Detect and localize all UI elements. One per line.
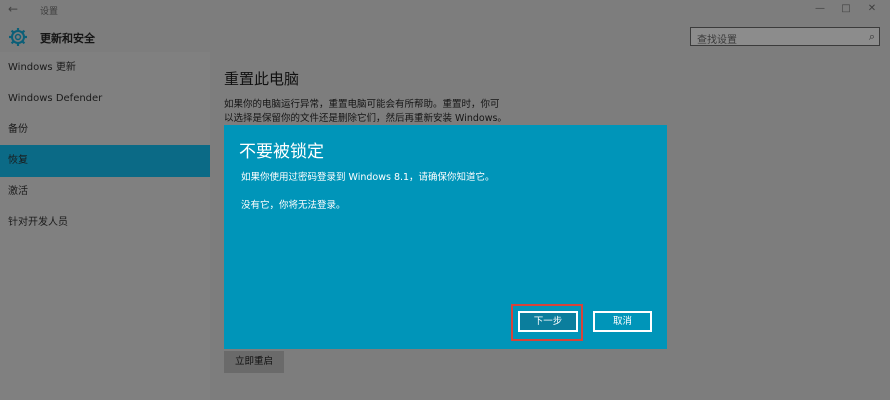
- dialog-title: 不要被锁定: [239, 142, 324, 162]
- cancel-button[interactable]: 取消: [593, 311, 652, 332]
- title-bar: ← 设置 — □ ✕: [0, 0, 890, 20]
- search-placeholder: 查找设置: [697, 35, 737, 46]
- restart-now-button[interactable]: 立即重启: [224, 351, 284, 373]
- dialog-warning: 没有它，你将无法登录。: [241, 200, 346, 211]
- close-icon[interactable]: ✕: [864, 3, 880, 14]
- search-icon[interactable]: ⌕: [869, 30, 875, 44]
- minimize-icon[interactable]: —: [812, 3, 828, 14]
- sidebar-item-recovery[interactable]: 恢复: [0, 145, 210, 177]
- window-title: 设置: [40, 7, 59, 17]
- lockout-warning-dialog: 不要被锁定 如果你使用过密码登录到 Windows 8.1，请确保你知道它。 没…: [224, 125, 667, 349]
- reset-description: 如果你的电脑运行异常，重置电脑可能会有所帮助。重置时，你可 以选择是保留你的文件…: [224, 98, 524, 126]
- next-button[interactable]: 下一步: [518, 311, 578, 332]
- search-input[interactable]: 查找设置 ⌕: [690, 27, 880, 46]
- section-title: 更新和安全: [40, 32, 95, 45]
- gear-icon: [9, 28, 27, 46]
- page-title: 重置此电脑: [224, 70, 300, 88]
- sidebar-item-activation[interactable]: 激活: [0, 176, 210, 208]
- reset-description-line-2: 以选择是保留你的文件还是删除它们，然后再重新安装 Windows。: [224, 113, 507, 124]
- sidebar-item-windows-update[interactable]: Windows 更新: [0, 52, 210, 84]
- sidebar-item-developers[interactable]: 针对开发人员: [0, 207, 210, 239]
- sidebar: Windows 更新 Windows Defender 备份 恢复 激活 针对开…: [0, 52, 210, 400]
- dialog-message: 如果你使用过密码登录到 Windows 8.1，请确保你知道它。: [241, 172, 495, 183]
- reset-description-line-1: 如果你的电脑运行异常，重置电脑可能会有所帮助。重置时，你可: [224, 99, 500, 110]
- back-arrow-icon[interactable]: ←: [8, 2, 18, 16]
- sidebar-item-windows-defender[interactable]: Windows Defender: [0, 83, 210, 115]
- maximize-icon[interactable]: □: [838, 3, 854, 14]
- sidebar-item-backup[interactable]: 备份: [0, 114, 210, 146]
